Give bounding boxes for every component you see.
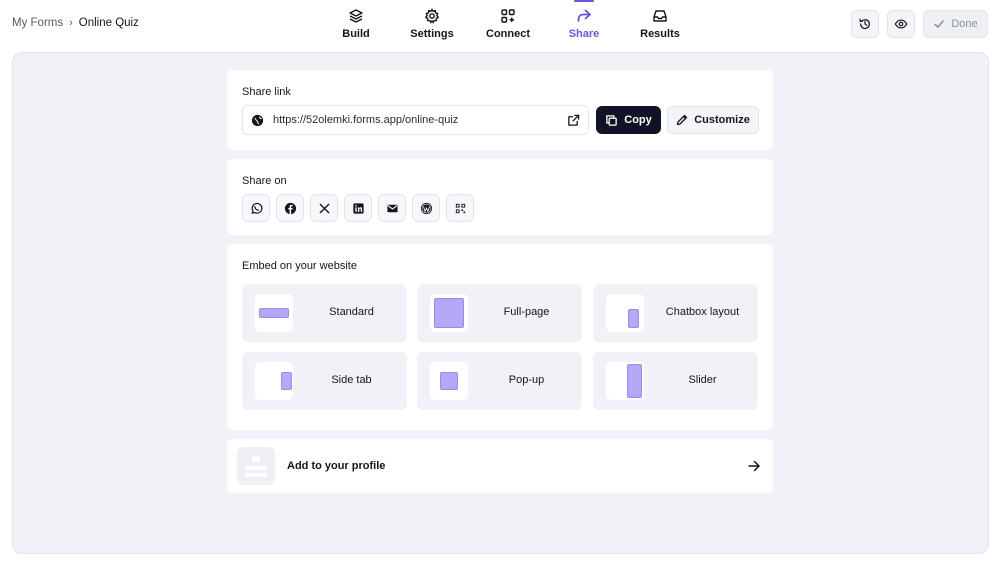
tab-settings[interactable]: Settings	[394, 0, 470, 50]
embed-option-label: Standard	[329, 306, 374, 318]
copy-icon	[606, 114, 618, 126]
embed-option-side-tab[interactable]: Side tab	[242, 352, 407, 410]
preview-button[interactable]	[887, 10, 915, 38]
embed-option-slider[interactable]: Slider	[593, 352, 758, 410]
share-link-title: Share link	[242, 86, 291, 98]
add-to-profile-label: Add to your profile	[287, 460, 386, 472]
share-on-title: Share on	[242, 175, 287, 187]
tab-share-label: Share	[568, 28, 600, 40]
share-platform-row	[242, 194, 474, 222]
profile-placeholder-icon	[237, 447, 275, 485]
arrow-right-icon[interactable]	[747, 459, 761, 473]
embed-option-standard[interactable]: Standard	[242, 284, 407, 342]
side-tab-thumbnail	[255, 362, 293, 400]
linkedin-icon	[352, 202, 364, 214]
share-link-card: Share link https://52olemki.forms.app/on…	[227, 70, 773, 150]
tab-connect[interactable]: Connect	[470, 0, 546, 50]
tab-results[interactable]: Results	[622, 0, 698, 50]
right-toolbar: Done	[851, 10, 988, 38]
done-button[interactable]: Done	[923, 10, 988, 38]
facebook-icon	[284, 202, 296, 214]
x-icon	[319, 203, 329, 213]
breadcrumb: My Forms › Online Quiz	[12, 17, 139, 29]
share-x-button[interactable]	[310, 194, 338, 222]
top-bar: My Forms › Online Quiz Build Settings Co…	[0, 0, 1000, 50]
copy-label: Copy	[624, 114, 652, 126]
embed-option-label: Slider	[688, 374, 717, 386]
embed-option-chatbox[interactable]: Chatbox layout	[593, 284, 758, 342]
share-qr-code-button[interactable]	[446, 194, 474, 222]
layers-icon	[349, 9, 363, 23]
tab-settings-label: Settings	[410, 28, 454, 40]
done-label: Done	[951, 18, 978, 30]
share-on-card: Share on	[227, 159, 773, 235]
full-page-thumbnail	[430, 294, 468, 332]
tab-results-label: Results	[640, 28, 680, 40]
breadcrumb-current: Online Quiz	[78, 17, 139, 29]
standard-thumbnail	[255, 294, 293, 332]
share-facebook-button[interactable]	[276, 194, 304, 222]
share-url-text: https://52olemki.forms.app/online-quiz	[273, 114, 459, 126]
customize-button[interactable]: Customize	[667, 106, 759, 134]
share-wordpress-button[interactable]	[412, 194, 440, 222]
customize-label: Customize	[694, 114, 750, 126]
tab-connect-label: Connect	[486, 28, 530, 40]
slider-thumbnail	[606, 362, 644, 400]
gear-icon	[424, 8, 440, 24]
history-button[interactable]	[851, 10, 879, 38]
check-icon	[934, 20, 945, 28]
embed-option-label: Side tab	[331, 374, 372, 386]
tab-share[interactable]: Share	[546, 0, 622, 50]
share-url-field[interactable]: https://52olemki.forms.app/online-quiz	[242, 105, 589, 135]
external-link-icon[interactable]	[567, 114, 580, 127]
chatbox-thumbnail	[606, 294, 644, 332]
inbox-icon	[653, 10, 667, 22]
copy-button[interactable]: Copy	[596, 106, 661, 134]
embed-option-label: Chatbox layout	[665, 306, 740, 318]
pop-up-thumbnail	[430, 362, 468, 400]
embed-option-pop-up[interactable]: Pop-up	[417, 352, 582, 410]
apps-plus-icon	[501, 9, 515, 23]
main-nav: Build Settings Connect Share Results	[318, 0, 698, 50]
share-linkedin-button[interactable]	[344, 194, 372, 222]
history-icon	[859, 18, 870, 30]
breadcrumb-my-forms[interactable]: My Forms	[12, 17, 63, 29]
embed-card: Embed on your website Standard Full-page…	[227, 244, 773, 430]
share-arrow-icon	[577, 9, 591, 22]
wordpress-icon	[420, 202, 432, 214]
share-whatsapp-button[interactable]	[242, 194, 270, 222]
tab-build[interactable]: Build	[318, 0, 394, 50]
embed-option-label: Full-page	[503, 306, 550, 318]
share-email-button[interactable]	[378, 194, 406, 222]
email-icon	[386, 204, 398, 212]
globe-icon	[251, 114, 264, 127]
pencil-icon	[677, 114, 688, 126]
embed-title: Embed on your website	[242, 260, 357, 272]
breadcrumb-separator: ›	[69, 17, 73, 29]
embed-option-full-page[interactable]: Full-page	[417, 284, 582, 342]
eye-icon	[894, 19, 908, 29]
tab-build-label: Build	[342, 28, 370, 40]
whatsapp-icon	[250, 202, 262, 214]
add-to-profile-card[interactable]: Add to your profile	[227, 439, 773, 493]
embed-option-label: Pop-up	[508, 374, 545, 386]
qr-code-icon	[455, 203, 465, 213]
